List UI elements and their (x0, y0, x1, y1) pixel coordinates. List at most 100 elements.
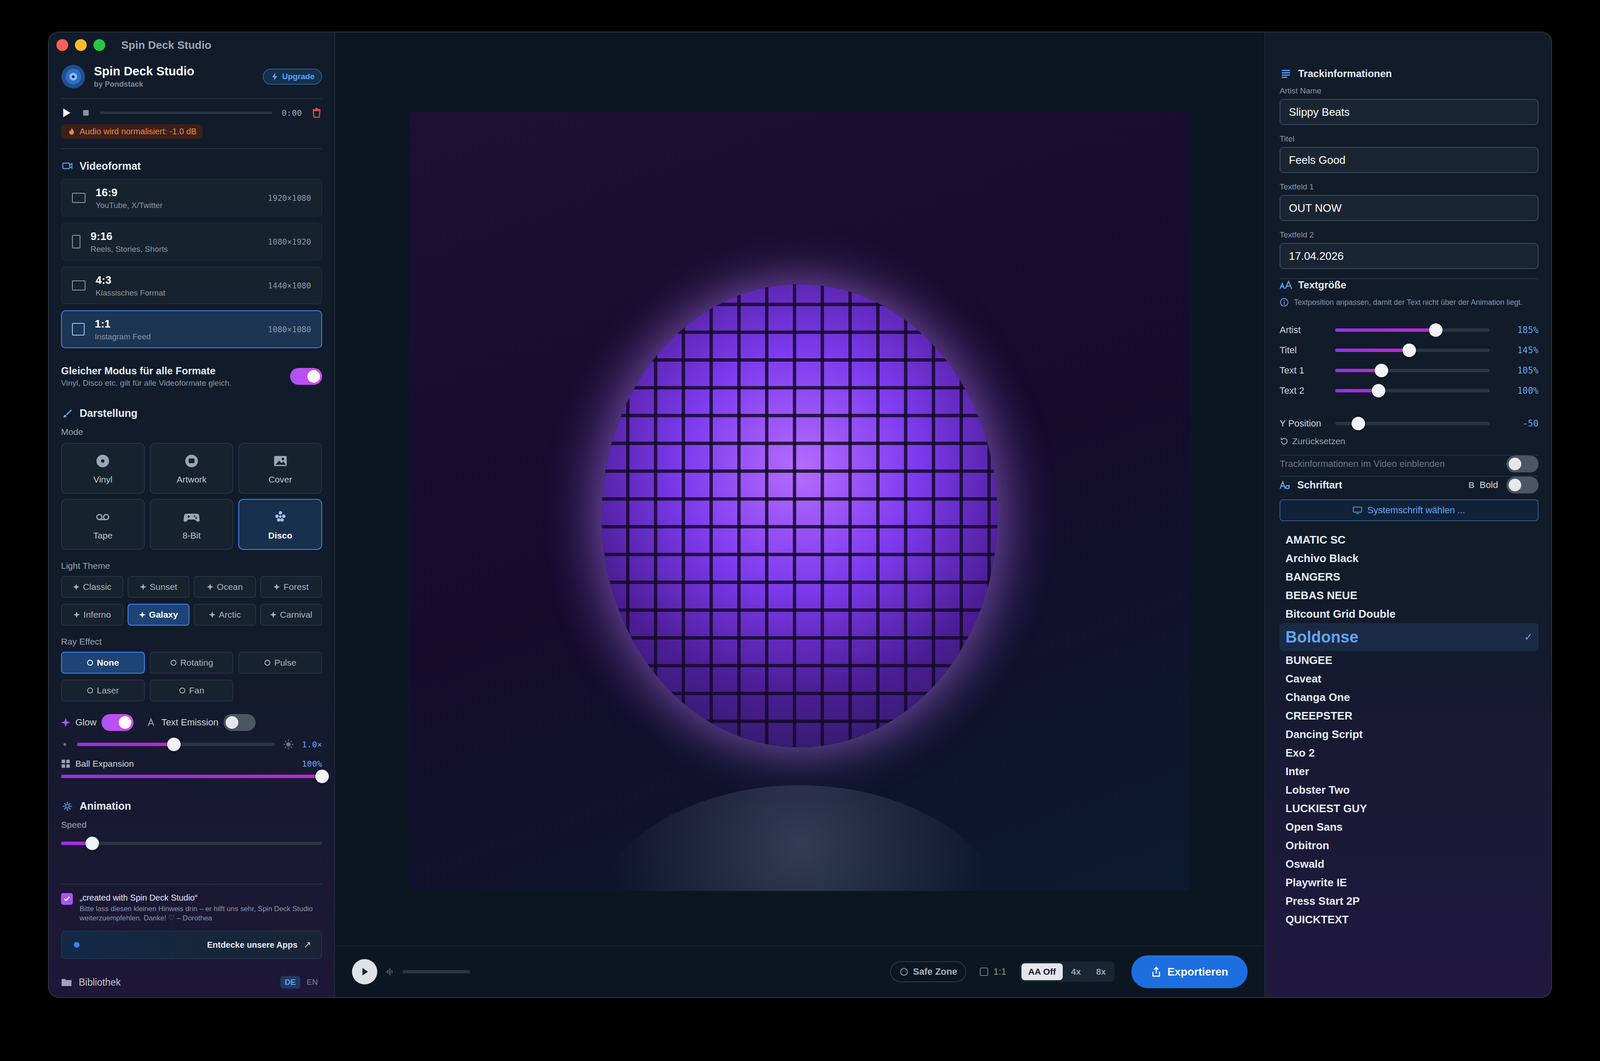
font-item[interactable]: Dancing Script (1279, 725, 1539, 744)
divider (61, 148, 323, 150)
format-card[interactable]: 9:16Reels, Stories, Shorts1080×1920 (61, 222, 323, 261)
font-item[interactable]: BUNGEE (1279, 650, 1539, 670)
format-icon (72, 322, 85, 336)
theme-pill[interactable]: Inferno (61, 603, 124, 626)
font-item[interactable]: Oswald (1279, 854, 1539, 874)
credit-checkbox[interactable] (61, 893, 73, 905)
font-item[interactable]: Changa One (1279, 688, 1539, 707)
font-item[interactable]: Open Sans (1279, 817, 1539, 837)
theme-pill[interactable]: Carnival (260, 603, 323, 626)
theme-pill[interactable]: Ocean (193, 576, 256, 598)
text-field[interactable]: 17.04.2026 (1279, 242, 1539, 270)
audio-scrubber[interactable] (99, 111, 273, 115)
text-size-slider[interactable] (1335, 328, 1490, 332)
ratio-checkbox[interactable] (979, 967, 989, 976)
apps-icon (72, 940, 82, 950)
font-item[interactable]: Lobster Two (1279, 780, 1539, 800)
theme-pill[interactable]: Sunset (127, 576, 190, 598)
safe-zone-button[interactable]: Safe Zone (890, 961, 967, 983)
show-in-video-toggle[interactable] (1506, 455, 1539, 473)
export-button[interactable]: Exportieren (1131, 955, 1248, 989)
text-size-slider[interactable] (1335, 368, 1490, 373)
font-item[interactable]: LUCKIEST GUY (1279, 799, 1539, 818)
text-field[interactable]: Feels Good (1279, 146, 1539, 174)
ray-icon (86, 687, 94, 694)
section-title: Videoformat (61, 160, 323, 173)
credit-row: „created with Spin Deck Studio“Bitte las… (61, 884, 323, 931)
format-card[interactable]: 16:9YouTube, X/Twitter1920×1080 (61, 178, 323, 217)
sidebar-footer: Bibliothek DEEN (61, 976, 323, 989)
font-item[interactable]: Boldonse✓ (1279, 623, 1539, 651)
discover-button[interactable]: Entdecke unsere Apps↗ (61, 930, 323, 960)
play-icon[interactable] (61, 107, 72, 119)
font-item[interactable]: Press Start 2P (1279, 891, 1539, 911)
ray-pill[interactable]: Rotating (149, 651, 234, 674)
ratio-lock[interactable]: 1:1 (979, 966, 1007, 978)
font-item[interactable]: Exo 2 (1279, 743, 1539, 763)
antialias-option[interactable]: 8x (1089, 963, 1113, 981)
speed-slider[interactable] (61, 841, 323, 846)
field-label: Titel (1279, 134, 1539, 144)
language-option[interactable]: DE (280, 976, 300, 989)
text-size-slider[interactable] (1335, 389, 1490, 393)
minimize-button[interactable] (74, 39, 87, 51)
ray-icon (264, 659, 271, 667)
language-option[interactable]: EN (302, 976, 323, 989)
font-item[interactable]: AMATIC SC (1279, 530, 1539, 550)
stop-icon[interactable] (81, 108, 91, 118)
divider (61, 98, 323, 99)
mode-tile[interactable]: Vinyl (61, 442, 145, 494)
theme-pill[interactable]: Classic (61, 576, 124, 598)
font-item[interactable]: CREEPSTER (1279, 706, 1539, 726)
library-button[interactable]: Bibliothek (78, 976, 274, 989)
format-card[interactable]: 4:3Klassisches Format1440×1080 (61, 266, 323, 305)
same-mode-toggle[interactable] (290, 368, 323, 385)
vinyl-icon (94, 452, 112, 470)
font-item[interactable]: QUICKTEXT (1279, 910, 1539, 929)
glow-toggle[interactable] (101, 714, 134, 731)
theme-pill[interactable]: Galaxy (127, 603, 190, 626)
text-field[interactable]: OUT NOW (1279, 194, 1539, 222)
mode-tile[interactable]: Tape (61, 498, 145, 550)
zoom-button[interactable] (93, 39, 106, 51)
y-position-slider[interactable] (1335, 421, 1490, 426)
text-size-slider[interactable] (1335, 348, 1490, 352)
upgrade-button[interactable]: Upgrade (262, 68, 323, 85)
text-field[interactable]: Slippy Beats (1279, 98, 1539, 126)
font-item[interactable]: Playwrite IE (1279, 873, 1539, 892)
font-item[interactable]: Archivo Black (1279, 549, 1539, 568)
mode-tile[interactable]: Disco (238, 498, 323, 550)
ray-pill[interactable]: Pulse (238, 651, 323, 674)
ball-expansion-slider[interactable] (61, 774, 323, 779)
font-item[interactable]: Inter (1279, 762, 1539, 781)
antialias-option[interactable]: 4x (1064, 963, 1088, 981)
text-emission-toggle[interactable] (223, 714, 256, 731)
trash-icon[interactable] (311, 107, 323, 119)
mode-tile[interactable]: 8-Bit (149, 498, 234, 550)
ray-pill[interactable]: None (61, 651, 145, 674)
preview-scrubber[interactable] (402, 970, 470, 974)
font-item[interactable]: Orbitron (1279, 836, 1539, 855)
format-card[interactable]: 1:1Instagram Feed1080×1080 (61, 310, 323, 349)
font-item[interactable]: BANGERS (1279, 567, 1539, 587)
reset-button[interactable]: Zurücksetzen (1279, 436, 1539, 447)
antialias-option[interactable]: AA Off (1021, 963, 1063, 981)
font-item[interactable]: BEBAS NEUE (1279, 586, 1539, 605)
gamepad-icon (183, 508, 200, 526)
ray-pill[interactable]: Fan (149, 679, 234, 702)
mode-tile[interactable]: Cover (238, 442, 323, 494)
flame-icon (66, 127, 77, 137)
theme-pill[interactable]: Forest (260, 576, 323, 598)
ray-pill[interactable]: Laser (61, 679, 145, 702)
glow-slider[interactable] (77, 742, 275, 747)
bolt-icon (270, 72, 280, 82)
preview-play-button[interactable] (352, 959, 378, 985)
bold-toggle[interactable] (1506, 476, 1539, 494)
theme-pill[interactable]: Arctic (193, 603, 256, 626)
normalize-badge: Audio wird normalisiert: -1.0 dB (61, 124, 203, 139)
font-item[interactable]: Caveat (1279, 669, 1539, 688)
system-font-button[interactable]: Systemschrift wählen ... (1279, 499, 1539, 522)
close-button[interactable] (56, 39, 69, 51)
mode-tile[interactable]: Artwork (149, 442, 234, 494)
font-item[interactable]: Bitcount Grid Double (1279, 604, 1539, 624)
